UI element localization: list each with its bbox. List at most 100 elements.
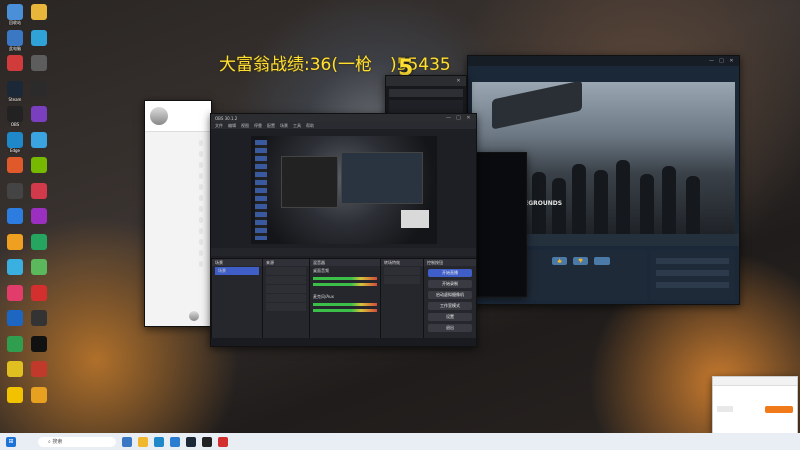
sources-dock-title: 来源 bbox=[263, 259, 309, 266]
close-icon[interactable]: ✕ bbox=[465, 115, 472, 121]
desktop-shortcut[interactable] bbox=[4, 386, 26, 403]
desktop-shortcut[interactable] bbox=[28, 335, 50, 352]
taskbar: ⊞ ⌕ 搜索 bbox=[0, 433, 800, 450]
close-icon[interactable]: ✕ bbox=[455, 78, 462, 84]
desktop-shortcut[interactable] bbox=[28, 131, 50, 148]
transition-select[interactable] bbox=[384, 267, 420, 275]
desktop-shortcut[interactable]: 回收站 bbox=[4, 4, 26, 26]
menu-profile[interactable]: 配置 bbox=[267, 123, 275, 129]
thumbs-up-button[interactable]: 👍 bbox=[552, 257, 567, 265]
desktop-shortcut[interactable] bbox=[28, 80, 50, 97]
desktop-shortcut[interactable] bbox=[4, 233, 26, 250]
scene-item[interactable]: 场景 bbox=[215, 267, 259, 275]
start-recording-button[interactable]: 开始录制 bbox=[428, 280, 472, 288]
desktop-shortcut[interactable] bbox=[28, 208, 50, 224]
desktop-shortcut[interactable] bbox=[28, 361, 50, 377]
mixer-dock-title: 混音器 bbox=[310, 259, 380, 266]
steam-icon[interactable] bbox=[186, 436, 196, 447]
obs-window[interactable]: OBS 30.1.2 — □ ✕ 文件 编辑 视图 停靠 配置 场景 工具 帮助… bbox=[210, 113, 477, 347]
file-explorer-icon[interactable] bbox=[138, 436, 148, 447]
desktop-shortcut[interactable] bbox=[4, 157, 26, 173]
start-icon[interactable]: ⊞ bbox=[6, 436, 16, 447]
search-input[interactable]: ⌕ 搜索 bbox=[38, 436, 116, 447]
obs-icon[interactable] bbox=[202, 436, 212, 447]
close-icon[interactable]: ✕ bbox=[728, 58, 735, 64]
menu-view[interactable]: 视图 bbox=[241, 123, 249, 129]
app-icon-16 bbox=[31, 182, 47, 199]
settings-button[interactable]: 设置 bbox=[428, 313, 472, 321]
desktop-shortcut[interactable] bbox=[28, 310, 50, 326]
sources-dock: 来源 bbox=[262, 258, 310, 340]
obs-preview[interactable] bbox=[251, 136, 437, 244]
desktop-shortcut[interactable] bbox=[28, 29, 50, 46]
desktop-shortcut[interactable] bbox=[4, 284, 26, 301]
menu-scene-collection[interactable]: 场景 bbox=[280, 123, 288, 129]
app-icon-22 bbox=[31, 259, 47, 275]
notification-popup[interactable] bbox=[712, 376, 798, 434]
desktop-shortcut[interactable] bbox=[4, 259, 26, 275]
desktop-shortcut[interactable] bbox=[28, 233, 50, 250]
desktop-shortcut[interactable] bbox=[4, 310, 26, 326]
desktop-shortcut[interactable] bbox=[28, 284, 50, 301]
exit-button[interactable]: 退出 bbox=[428, 324, 472, 332]
obs-docks: 场景 场景 来源 混音器 桌面音频 麦克风/Aux 转场特效 控制按钮 开始直播… bbox=[211, 258, 476, 340]
thumbs-down-button[interactable]: 👎 bbox=[573, 257, 589, 265]
app-icon-26 bbox=[31, 310, 47, 326]
desktop-shortcut[interactable] bbox=[28, 157, 50, 173]
steam-friends-panel bbox=[650, 250, 735, 300]
menu-file[interactable]: 文件 bbox=[215, 123, 223, 129]
start-streaming-button[interactable]: 开始直播 bbox=[428, 269, 472, 277]
desktop-shortcut[interactable] bbox=[4, 335, 26, 352]
menu-help[interactable]: 帮助 bbox=[306, 123, 314, 129]
desktop-shortcut[interactable] bbox=[28, 386, 50, 403]
audio-meter bbox=[313, 303, 377, 306]
audio-meter bbox=[313, 283, 377, 286]
taskbar-app-icon[interactable] bbox=[122, 436, 132, 447]
edge-icon[interactable] bbox=[154, 436, 164, 447]
desktop-shortcut[interactable] bbox=[4, 182, 26, 199]
desktop-shortcut[interactable] bbox=[28, 182, 50, 199]
desktop-shortcut[interactable]: 此电脑 bbox=[4, 29, 26, 52]
mixer-dock: 混音器 桌面音频 麦克风/Aux bbox=[309, 258, 381, 340]
app-icon-15 bbox=[7, 182, 23, 199]
menu-docks[interactable]: 停靠 bbox=[254, 123, 262, 129]
netease-music-icon[interactable] bbox=[218, 436, 228, 447]
source-item[interactable] bbox=[266, 267, 306, 275]
popup-confirm-button[interactable] bbox=[765, 406, 793, 413]
starfield-window[interactable] bbox=[475, 152, 527, 297]
desktop-shortcut[interactable]: Steam bbox=[4, 80, 26, 102]
desktop-shortcut[interactable]: OBS bbox=[4, 106, 26, 127]
store-icon[interactable] bbox=[170, 436, 180, 447]
menu-edit[interactable]: 编辑 bbox=[228, 123, 236, 129]
desktop-shortcut[interactable] bbox=[28, 55, 50, 71]
chat-window[interactable] bbox=[144, 100, 212, 327]
menu-tools[interactable]: 工具 bbox=[293, 123, 301, 129]
source-item[interactable] bbox=[266, 276, 306, 284]
desktop-shortcut[interactable] bbox=[28, 259, 50, 275]
desktop-shortcut[interactable] bbox=[28, 4, 50, 20]
desktop-shortcut[interactable] bbox=[28, 106, 50, 122]
source-item[interactable] bbox=[266, 285, 306, 293]
virtual-camera-button[interactable]: 启动虚拟摄像机 bbox=[428, 291, 472, 299]
review-button[interactable] bbox=[594, 257, 610, 265]
maximize-icon[interactable]: □ bbox=[718, 58, 725, 64]
scenes-dock-title: 场景 bbox=[212, 259, 262, 266]
minimize-icon[interactable]: — bbox=[445, 115, 452, 121]
studio-mode-button[interactable]: 工作室模式 bbox=[428, 302, 472, 310]
desktop-shortcut[interactable] bbox=[4, 55, 26, 71]
duration-input[interactable] bbox=[384, 276, 420, 284]
desktop-shortcut[interactable] bbox=[4, 208, 26, 224]
popup-cancel-button[interactable] bbox=[717, 406, 733, 412]
source-item[interactable] bbox=[266, 303, 306, 311]
maximize-icon[interactable]: □ bbox=[455, 115, 462, 121]
source-item[interactable] bbox=[266, 294, 306, 302]
app-icon-4 bbox=[31, 29, 47, 46]
app-icon-8 bbox=[31, 80, 47, 97]
app-icon-27 bbox=[7, 335, 23, 352]
mixer-track-label: 麦克风/Aux bbox=[313, 294, 334, 299]
minimize-icon[interactable]: — bbox=[708, 58, 715, 64]
app-icon-28 bbox=[31, 335, 47, 352]
desktop-shortcut[interactable]: Edge bbox=[4, 131, 26, 153]
desktop-shortcut[interactable] bbox=[4, 361, 26, 377]
app-icon-21 bbox=[7, 259, 23, 275]
